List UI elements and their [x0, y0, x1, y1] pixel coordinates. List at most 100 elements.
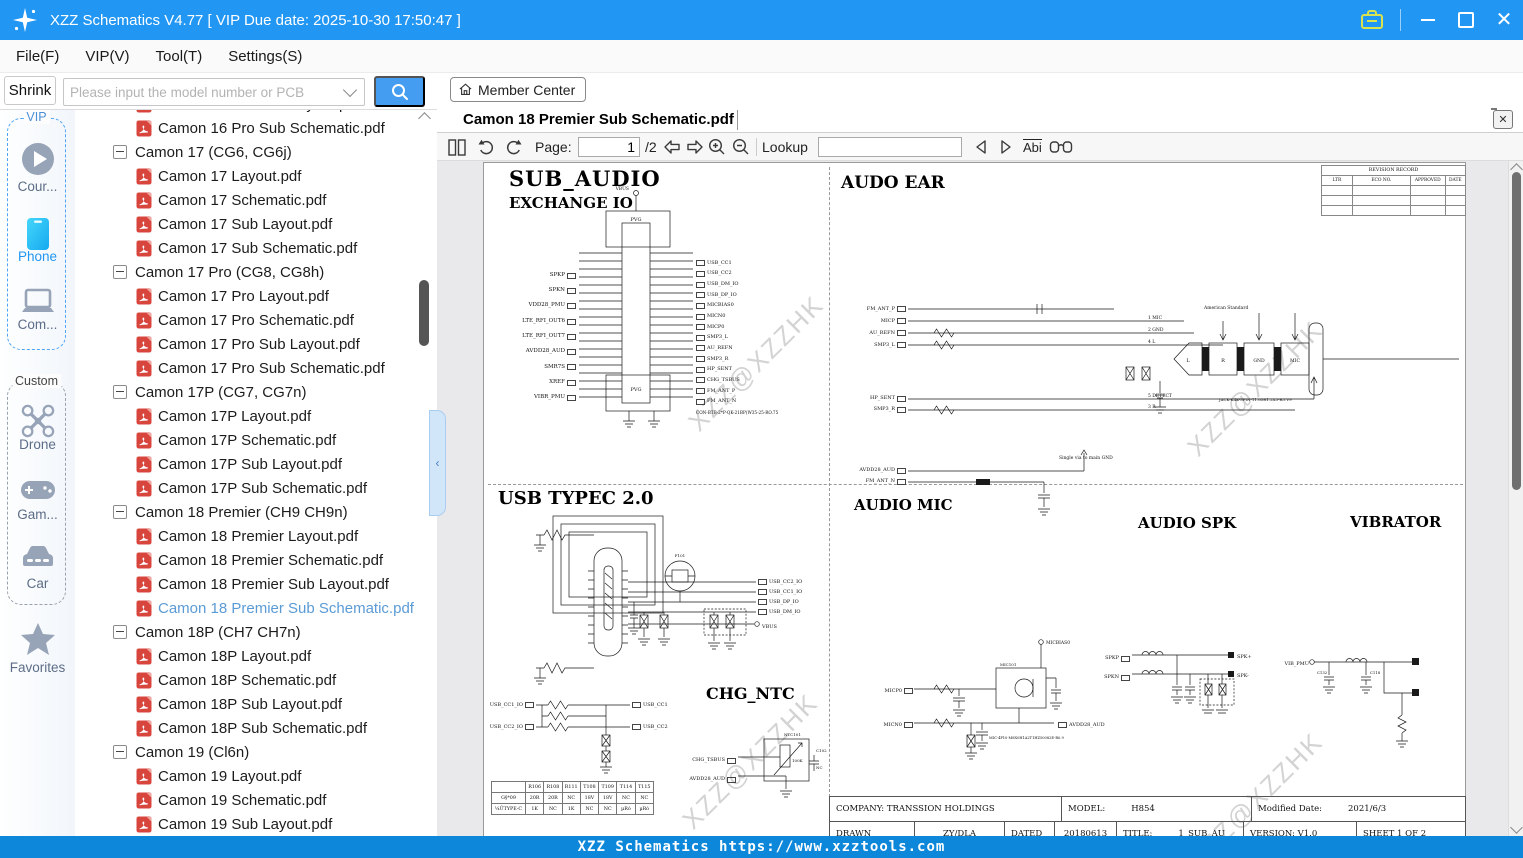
rotate-left-button[interactable] — [476, 136, 496, 158]
car-icon[interactable] — [20, 543, 56, 571]
gamepad-icon[interactable] — [20, 480, 56, 500]
drone-icon[interactable] — [21, 404, 55, 438]
net-label: AVDD28_AUD — [492, 344, 576, 359]
collapse-expander-icon[interactable] — [113, 505, 127, 519]
sidebar-item-course[interactable]: Cour... — [0, 179, 75, 194]
zoom-in-button[interactable] — [707, 136, 727, 158]
page-number-input[interactable] — [578, 137, 640, 157]
tree-item[interactable]: Camon 17 Layout.pdf — [75, 164, 437, 188]
svg-text:MIC101: MIC101 — [1000, 662, 1016, 667]
tree-item-label: Camon 16 Pro Sub Layout.pdf — [158, 110, 360, 113]
tree-item[interactable]: Camon 17 Pro Sub Schematic.pdf — [75, 356, 437, 380]
pdf-scrollbar[interactable] — [1508, 161, 1523, 836]
svg-text:L: L — [1186, 358, 1190, 364]
exchange-io-right-pins: USB_CC1 USB_CC2 USB_DM_IO USB_DP_IO MICBIAS0… — [696, 258, 786, 407]
tree-item[interactable]: Camon 17P Sub Schematic.pdf — [75, 476, 437, 500]
tree-item[interactable]: Camon 19 (Cl6n) — [75, 740, 437, 764]
license-briefcase-icon[interactable] — [1360, 9, 1384, 31]
pdf-viewport[interactable]: XZZ@XZZHK XZZ@XZZHK XZZ@XZZHK XZZ@XZZHK … — [437, 161, 1523, 836]
search-button[interactable] — [374, 76, 425, 107]
favorites-star-icon[interactable] — [20, 622, 56, 656]
tree-item[interactable]: Camon 16 Pro Sub Schematic.pdf — [75, 116, 437, 140]
maximize-button[interactable] — [1455, 9, 1477, 31]
collapse-expander-icon[interactable] — [113, 625, 127, 639]
close-document-icon[interactable]: ✕ — [1491, 108, 1513, 129]
tree-scrollbar-thumb[interactable] — [419, 280, 429, 346]
minimize-button[interactable] — [1417, 9, 1439, 31]
tree-item[interactable]: Camon 18P Sub Layout.pdf — [75, 692, 437, 716]
member-center-button[interactable]: Member Center — [450, 77, 587, 102]
tree-item[interactable]: Camon 17 Sub Layout.pdf — [75, 212, 437, 236]
menu-item[interactable]: File(F) — [16, 48, 59, 65]
sidebar-item-drone[interactable]: Drone — [0, 437, 75, 452]
lookup-input[interactable] — [818, 137, 962, 157]
collapse-expander-icon[interactable] — [113, 265, 127, 279]
tree-item[interactable]: Camon 18 Premier Sub Schematic.pdf — [75, 596, 437, 620]
collapse-expander-icon[interactable] — [113, 385, 127, 399]
tree-item[interactable]: Camon 17 Pro (CG8, CG8h) — [75, 260, 437, 284]
collapse-expander-icon[interactable] — [113, 145, 127, 159]
tree-item[interactable]: Camon 17 Pro Layout.pdf — [75, 284, 437, 308]
tree-item[interactable]: Camon 17P Sub Layout.pdf — [75, 452, 437, 476]
computer-icon[interactable] — [19, 287, 57, 317]
menu-item[interactable]: VIP(V) — [85, 48, 129, 65]
sidebar-item-game[interactable]: Gam... — [0, 507, 75, 522]
scroll-down-icon[interactable] — [1510, 821, 1523, 834]
sidebar-item-phone[interactable]: Phone — [0, 249, 75, 264]
tree-item[interactable]: Camon 17P Schematic.pdf — [75, 428, 437, 452]
sidebar-item-computer[interactable]: Com... — [0, 317, 75, 332]
tree-item[interactable]: Camon 18 Premier Layout.pdf — [75, 524, 437, 548]
tree-item[interactable]: Camon 17 Schematic.pdf — [75, 188, 437, 212]
tree-item[interactable]: Camon 18P Schematic.pdf — [75, 668, 437, 692]
model-search-input[interactable] — [64, 81, 345, 103]
document-tab-bar: Camon 18 Premier Sub Schematic.pdf ✕ — [437, 107, 1523, 133]
tree-item-label: Camon 17 Sub Layout.pdf — [158, 215, 333, 233]
tree-item[interactable]: Camon 17 Sub Schematic.pdf — [75, 236, 437, 260]
tree-item[interactable]: Camon 19 Schematic.pdf — [75, 788, 437, 812]
svg-text:PVG: PVG — [631, 387, 642, 393]
net-label: USB_DP_IO — [696, 290, 786, 301]
tree-item[interactable]: Camon 17P (CG7, CG7n) — [75, 380, 437, 404]
close-button[interactable]: ✕ — [1493, 9, 1515, 31]
tree-item-label: Camon 18P Sub Schematic.pdf — [158, 719, 368, 737]
menu-item[interactable]: Settings(S) — [228, 48, 302, 65]
find-previous-button[interactable] — [973, 136, 989, 158]
tree-item[interactable]: Camon 18P Sub Schematic.pdf — [75, 716, 437, 740]
phone-icon[interactable] — [24, 216, 52, 252]
search-binoculars-button[interactable] — [1049, 136, 1073, 158]
tree-item[interactable]: Camon 18 Premier Sub Layout.pdf — [75, 572, 437, 596]
tree-item[interactable]: Camon 18P Layout.pdf — [75, 644, 437, 668]
two-page-view-button[interactable] — [447, 136, 467, 158]
collapse-expander-icon[interactable] — [113, 745, 127, 759]
tree-item[interactable]: Camon 18 Premier Schematic.pdf — [75, 548, 437, 572]
menu-item[interactable]: Tool(T) — [156, 48, 203, 65]
tree-item[interactable]: Camon 17 (CG6, CG6j) — [75, 140, 437, 164]
tree-item[interactable]: Camon 17 Pro Sub Layout.pdf — [75, 332, 437, 356]
tree-item[interactable]: Camon 19 Layout.pdf — [75, 764, 437, 788]
next-page-button[interactable] — [685, 136, 705, 158]
document-tab[interactable]: Camon 18 Premier Sub Schematic.pdf — [463, 107, 734, 132]
tree-item[interactable]: Camon 19 Sub Layout.pdf — [75, 812, 437, 836]
tree-item[interactable]: Camon 17P Layout.pdf — [75, 404, 437, 428]
text-select-button[interactable]: Abi — [1023, 136, 1042, 158]
previous-page-button[interactable] — [662, 136, 682, 158]
tree-item-label: Camon 17 Pro Sub Layout.pdf — [158, 335, 360, 353]
sidebar-collapse-handle[interactable]: ‹ — [429, 410, 446, 516]
member-center-label: Member Center — [478, 81, 576, 98]
tree-item[interactable]: Camon 18P (CH7 CH7n) — [75, 620, 437, 644]
dropdown-chevron-icon[interactable] — [342, 82, 358, 98]
course-play-icon[interactable] — [20, 141, 56, 177]
sidebar-item-favorites[interactable]: Favorites — [0, 660, 75, 675]
tree-item[interactable]: Camon 18 Premier (CH9 CH9n) — [75, 500, 437, 524]
net-label: USB_CC2_IO — [758, 577, 818, 587]
tree-item-label: Camon 19 Schematic.pdf — [158, 791, 327, 809]
tree-item[interactable]: Camon 17 Pro Schematic.pdf — [75, 308, 437, 332]
find-next-button[interactable] — [998, 136, 1014, 158]
shrink-button[interactable]: Shrink — [4, 76, 56, 105]
rotate-right-button[interactable] — [504, 136, 524, 158]
model-search-field[interactable] — [63, 78, 365, 106]
sidebar-item-car[interactable]: Car — [0, 576, 75, 591]
pdf-scrollbar-thumb[interactable] — [1512, 172, 1521, 490]
zoom-out-button[interactable] — [731, 136, 751, 158]
pdf-file-icon — [136, 168, 152, 185]
